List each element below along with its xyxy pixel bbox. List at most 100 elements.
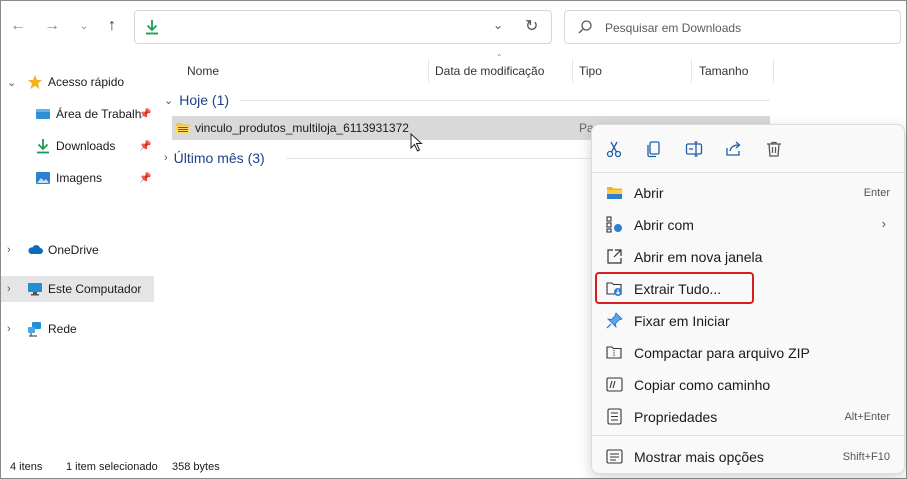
chevron-down-icon[interactable]: ⌄: [493, 18, 503, 32]
sidebar-item-label: Imagens: [56, 171, 103, 185]
chevron-down-icon[interactable]: ⌄: [164, 94, 173, 107]
group-header-hoje[interactable]: ⌄ Hoje (1): [164, 89, 229, 111]
path-icon: [606, 377, 623, 392]
copy-icon[interactable]: [642, 137, 666, 161]
chevron-right-icon[interactable]: ›: [7, 283, 11, 295]
sidebar-item-desktop[interactable]: Área de Trabalh 📌: [1, 101, 154, 127]
menu-item-shortcut: Alt+Enter: [844, 411, 890, 423]
zip-icon: [606, 346, 622, 359]
menu-item-extrair-tudo[interactable]: Extrair Tudo...: [595, 272, 754, 304]
menu-item-abrir-com[interactable]: Abrir com ›: [597, 210, 900, 238]
chevron-down-icon[interactable]: ⌄: [7, 76, 16, 89]
menu-item-label: Extrair Tudo...: [634, 281, 722, 297]
menu-item-label: Abrir em nova janela: [634, 249, 763, 265]
column-divider[interactable]: [572, 59, 573, 83]
zip-folder-icon: [176, 123, 190, 134]
download-icon: [37, 139, 49, 154]
menu-item-label: Abrir com: [634, 217, 694, 233]
sidebar-item-label: Acesso rápido: [48, 75, 125, 89]
menu-item-label: Fixar em Iniciar: [634, 313, 730, 329]
column-header-tipo[interactable]: Tipo: [579, 59, 602, 83]
refresh-icon[interactable]: ↻: [525, 16, 538, 36]
column-header-tamanho[interactable]: Tamanho: [699, 59, 748, 83]
download-icon: [146, 20, 158, 35]
menu-item-label: Propriedades: [634, 409, 718, 425]
chevron-right-icon[interactable]: ›: [7, 323, 11, 335]
context-menu: Abrir Enter Abrir com › Abrir em nova ja…: [591, 124, 905, 474]
sidebar-item-rede[interactable]: › Rede: [1, 316, 154, 342]
more-options-icon: [606, 449, 623, 464]
column-divider[interactable]: [773, 59, 774, 83]
pin-icon: [606, 312, 623, 329]
menu-divider: [592, 172, 904, 173]
open-with-icon: [606, 216, 622, 233]
rename-icon[interactable]: [682, 137, 706, 161]
address-bar[interactable]: ⌄ ↻: [134, 10, 552, 44]
group-divider: [240, 100, 770, 101]
menu-item-compactar-zip[interactable]: Compactar para arquivo ZIP: [597, 338, 900, 366]
pin-icon: 📌: [139, 172, 152, 184]
sidebar-item-downloads[interactable]: Downloads 📌: [1, 133, 154, 159]
group-header-ultimo-mes[interactable]: › Último mês (3): [164, 147, 265, 169]
sidebar-item-este-computador[interactable]: › Este Computador: [1, 276, 154, 302]
status-item-count: 4 itens: [10, 461, 43, 473]
menu-item-shortcut: Enter: [863, 187, 890, 199]
pin-icon: 📌: [139, 108, 152, 120]
menu-item-shortcut: Shift+F10: [842, 451, 890, 463]
image-icon: [36, 172, 50, 184]
status-size: 358 bytes: [172, 461, 220, 473]
mouse-pointer-icon: [410, 133, 423, 152]
menu-item-abrir-nova-janela[interactable]: Abrir em nova janela: [597, 242, 900, 270]
column-header-nome[interactable]: Nome: [187, 59, 219, 83]
folder-open-icon: [607, 187, 622, 199]
menu-item-label: Copiar como caminho: [634, 377, 771, 393]
search-icon: [578, 20, 592, 34]
trash-icon[interactable]: [762, 137, 786, 161]
desktop-icon: [36, 109, 50, 119]
sidebar-item-label: Rede: [48, 322, 77, 336]
cloud-icon: [28, 245, 43, 254]
column-divider[interactable]: [428, 59, 429, 83]
search-placeholder: Pesquisar em Downloads: [605, 21, 742, 35]
column-header-data[interactable]: Data de modificação: [435, 59, 544, 83]
sidebar-item-label: Downloads: [56, 139, 116, 153]
toolbar: ← → ⌄ ↑ ⌄ ↻ Pesquisar em Downloads: [1, 1, 906, 53]
network-icon: [28, 322, 41, 337]
group-label: Último mês (3): [173, 150, 265, 166]
pin-icon: 📌: [139, 140, 152, 152]
column-divider[interactable]: [691, 59, 692, 83]
menu-divider: [592, 435, 904, 436]
chevron-right-icon[interactable]: ›: [7, 244, 11, 256]
sidebar-item-onedrive[interactable]: › OneDrive: [1, 237, 154, 263]
share-icon[interactable]: [722, 137, 746, 161]
sidebar-item-acesso-rapido[interactable]: ⌄ Acesso rápido: [1, 69, 154, 95]
menu-item-label: Abrir: [634, 185, 664, 201]
quick-actions: [592, 125, 904, 171]
group-label: Hoje (1): [179, 92, 230, 108]
search-box[interactable]: Pesquisar em Downloads: [564, 10, 901, 44]
menu-item-abrir[interactable]: Abrir Enter: [597, 178, 900, 206]
menu-item-propriedades[interactable]: Propriedades Alt+Enter: [597, 402, 900, 430]
arrow-up-icon[interactable]: ↑: [101, 15, 123, 37]
menu-item-mostrar-mais-opcoes[interactable]: Mostrar mais opções Shift+F10: [597, 442, 900, 470]
menu-item-fixar-iniciar[interactable]: Fixar em Iniciar: [597, 306, 900, 334]
status-selection: 1 item selecionado: [66, 461, 158, 473]
sidebar-item-label: Este Computador: [48, 282, 142, 296]
arrow-right-icon[interactable]: →: [41, 15, 63, 37]
star-icon: [28, 75, 42, 89]
menu-item-label: Mostrar mais opções: [634, 449, 764, 465]
extract-icon: [606, 282, 622, 296]
sidebar-item-label: OneDrive: [48, 243, 99, 257]
menu-item-label: Compactar para arquivo ZIP: [634, 345, 810, 361]
menu-item-copiar-caminho[interactable]: Copiar como caminho: [597, 370, 900, 398]
arrow-left-icon[interactable]: ←: [7, 15, 29, 37]
file-name: vinculo_produtos_multiloja_6113931372: [195, 121, 409, 135]
properties-icon: [607, 408, 622, 425]
cut-icon[interactable]: [602, 137, 626, 161]
chevron-right-icon: ›: [881, 216, 886, 231]
sidebar-item-imagens[interactable]: Imagens 📌: [1, 165, 154, 191]
chevron-right-icon[interactable]: ›: [164, 152, 168, 164]
sidebar: ⌄ Acesso rápido Área de Trabalh 📌 Downlo…: [1, 53, 154, 453]
chevron-down-icon[interactable]: ⌄: [73, 15, 95, 37]
sidebar-item-label: Área de Trabalh: [56, 107, 142, 121]
